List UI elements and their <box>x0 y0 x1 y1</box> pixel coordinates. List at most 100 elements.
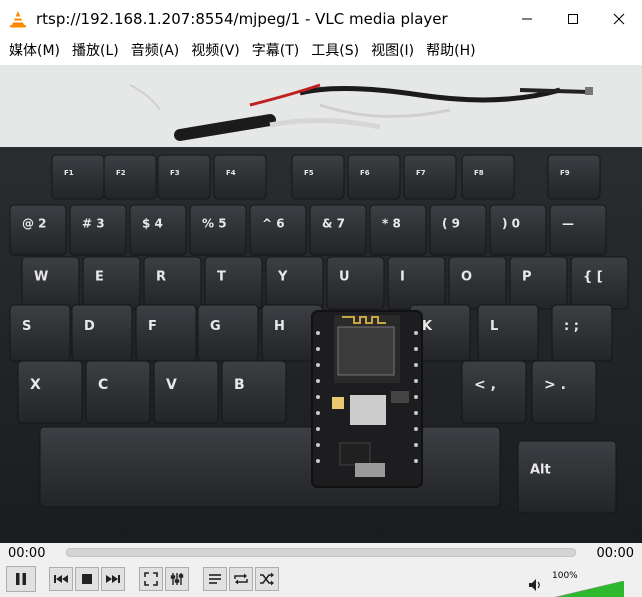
keyboard-key-label: F8 <box>474 169 484 177</box>
volume-percent: 100% <box>552 571 578 581</box>
keyboard-key-label: < , <box>474 377 496 393</box>
next-icon <box>106 575 120 583</box>
video-frame[interactable]: F1 F2 F3 F4 F5 F6 F7 F8 F9 @ 2 # 3 $ 4 % 5 ^ 6 & 7 * 8 (… <box>0 65 642 543</box>
loop-icon <box>234 573 248 585</box>
keyboard-key <box>477 304 539 362</box>
maximize-button[interactable] <box>550 0 596 38</box>
keyboard-key-label: Alt <box>530 462 551 477</box>
close-icon <box>613 13 625 25</box>
keyboard-key-label: ( 9 <box>442 217 460 231</box>
loop-button[interactable] <box>229 567 253 591</box>
video-image: F1 F2 F3 F4 F5 F6 F7 F8 F9 @ 2 # 3 $ 4 % 5 ^ 6 & 7 * 8 (… <box>0 65 642 543</box>
keyboard-key-label: R <box>156 269 166 284</box>
keyboard-key-label: S <box>22 319 31 334</box>
keyboard-key <box>221 360 287 424</box>
fullscreen-icon <box>144 572 158 586</box>
keyboard-key-label: F2 <box>116 169 126 177</box>
keyboard-key-label: D <box>84 319 95 334</box>
keyboard-key-label: — <box>562 217 574 231</box>
menu-playback[interactable]: 播放(L) <box>66 38 125 65</box>
keyboard-key-label: $ 4 <box>142 217 163 231</box>
keyboard-key-label: F6 <box>360 169 370 177</box>
keyboard-key <box>448 256 507 310</box>
keyboard-key <box>51 154 105 200</box>
menu-help[interactable]: 帮助(H) <box>420 38 481 65</box>
minimize-icon <box>522 18 532 20</box>
shuffle-icon <box>260 572 274 586</box>
keyboard-key-label: ^ 6 <box>262 217 285 231</box>
keyboard-key-label: G <box>210 319 221 334</box>
minimize-button[interactable] <box>504 0 550 38</box>
seek-bar[interactable] <box>66 548 576 557</box>
close-button[interactable] <box>596 0 642 38</box>
keyboard-key <box>509 256 568 310</box>
keyboard-key-label: E <box>95 269 104 284</box>
keyboard-key-label: T <box>217 269 226 284</box>
keyboard-key <box>21 256 80 310</box>
playlist-button[interactable] <box>203 567 227 591</box>
keyboard-key <box>347 154 401 200</box>
maximize-icon <box>568 14 578 24</box>
keyboard-key-label: F9 <box>560 169 570 177</box>
keyboard-key <box>265 256 324 310</box>
keyboard-key-label: { [ <box>583 269 603 284</box>
keyboard-key <box>197 304 259 362</box>
elapsed-time: 00:00 <box>8 546 46 561</box>
keyboard-key <box>291 154 345 200</box>
keyboard-key-label: : ; <box>564 319 579 334</box>
keyboard-key <box>153 360 219 424</box>
keyboard-key-label: C <box>98 377 108 393</box>
playlist-icon <box>209 574 221 584</box>
fullscreen-button[interactable] <box>139 567 163 591</box>
keyboard-key-label: U <box>339 269 350 284</box>
nodemcu-board <box>311 310 423 488</box>
keyboard-key-label: * 8 <box>382 217 401 231</box>
keyboard-key-label: P <box>522 269 532 284</box>
shuffle-button[interactable] <box>255 567 279 591</box>
extended-settings-icon <box>170 573 184 585</box>
keyboard-key-label: ) 0 <box>502 217 520 231</box>
keyboard-key-label: F5 <box>304 169 314 177</box>
previous-button[interactable] <box>49 567 73 591</box>
keyboard-key <box>461 154 515 200</box>
menu-video[interactable]: 视频(V) <box>185 38 246 65</box>
menu-tools[interactable]: 工具(S) <box>305 38 365 65</box>
menu-audio[interactable]: 音频(A) <box>125 38 186 65</box>
keyboard-key-label: F3 <box>170 169 180 177</box>
keyboard-key <box>135 304 197 362</box>
remaining-time[interactable]: 00:00 <box>597 546 634 561</box>
keyboard-key <box>551 304 613 362</box>
keyboard-key-label: F7 <box>416 169 426 177</box>
volume-slider[interactable] <box>548 581 624 597</box>
menu-view[interactable]: 视图(I) <box>365 38 420 65</box>
keyboard-key-label: @ 2 <box>22 217 47 231</box>
next-button[interactable] <box>101 567 125 591</box>
keyboard-key-label: F1 <box>64 169 74 177</box>
menu-bar: 媒体(M) 播放(L) 音频(A) 视频(V) 字幕(T) 工具(S) 视图(I… <box>0 38 642 65</box>
previous-icon <box>54 575 68 583</box>
extended-settings-button[interactable] <box>165 567 189 591</box>
speaker-icon[interactable] <box>528 578 542 592</box>
keyboard-key <box>387 256 446 310</box>
keyboard-key-label: K <box>422 319 433 334</box>
keyboard-key <box>213 154 267 200</box>
menu-media[interactable]: 媒体(M) <box>3 38 66 65</box>
keyboard-key-label: F <box>148 319 157 334</box>
keyboard-key-label: X <box>30 377 41 393</box>
keyboard-key-label: Y <box>277 269 288 284</box>
keyboard-key-label: % 5 <box>202 217 227 231</box>
keyboard-key-label: & 7 <box>322 217 345 231</box>
keyboard-key-label: B <box>234 377 245 393</box>
stop-button[interactable] <box>75 567 99 591</box>
keyboard-key <box>85 360 151 424</box>
keyboard-key <box>547 154 601 200</box>
keyboard-key <box>549 204 607 256</box>
keyboard-key-label: I <box>400 269 405 284</box>
keyboard-key <box>17 360 83 424</box>
keyboard-key <box>9 304 71 362</box>
pause-button[interactable] <box>6 566 36 592</box>
keyboard-key-label: W <box>34 269 48 284</box>
keyboard-key <box>82 256 141 310</box>
menu-subtitle[interactable]: 字幕(T) <box>246 38 305 65</box>
keyboard-key <box>157 154 211 200</box>
